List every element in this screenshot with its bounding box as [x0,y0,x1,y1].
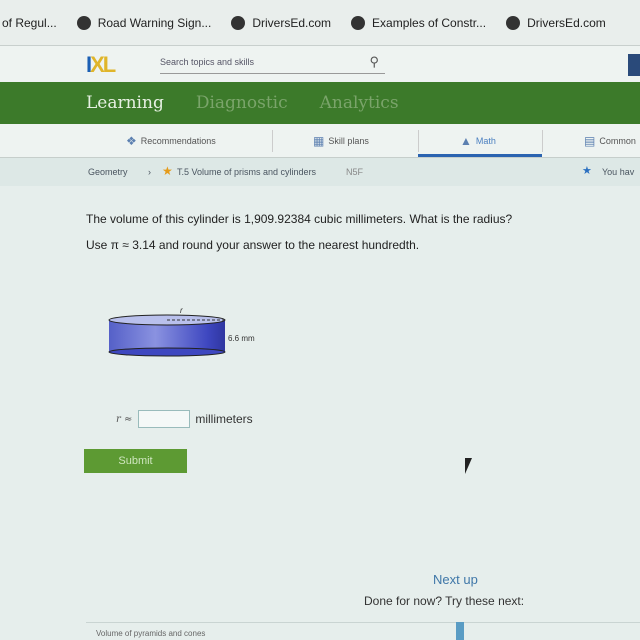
answer-unit: millimeters [195,412,253,426]
math-icon: ▲ [460,134,472,148]
bookmark[interactable]: Examples of Constr... [351,15,487,30]
nav-learning[interactable]: Learning [86,93,164,113]
tab-label: Common [599,136,636,146]
breadcrumb-geometry[interactable]: Geometry [88,167,128,177]
common-core-icon: ▤ [584,134,596,148]
cylinder-diagram: r [108,306,226,357]
submit-button[interactable]: Submit [84,449,187,473]
divider [272,130,273,152]
answer-prefix: r ≈ [116,413,133,425]
tab-label: Math [475,136,496,146]
divider [418,130,419,152]
tab-skill-plans[interactable]: ▦ Skill plans [313,134,369,148]
next-skill-marker [456,622,464,640]
skill-code: N5F [346,167,364,177]
bookmarks-bar: of Regul... Road Warning Sign... Drivers… [0,0,640,46]
bookmark[interactable]: Road Warning Sign... [76,15,212,30]
divider [86,622,640,623]
next-skill-link[interactable]: Volume of pyramids and cones [96,629,205,638]
globe-icon [231,15,246,30]
tab-math[interactable]: ▲ Math [460,134,496,148]
search-icon[interactable]: ⚲ [369,54,379,70]
globe-icon [506,15,521,30]
bookmark-label: DriversEd.com [252,15,332,30]
breadcrumb: Geometry › ★ T.5 Volume of prisms and cy… [0,158,640,186]
award-text: You hav [602,167,635,177]
globe-icon [351,15,366,30]
cylinder-bottom [108,347,226,357]
star-icon: ★ [162,164,173,178]
bookmark[interactable]: of Regul... [2,16,57,30]
radius-label: r [180,306,183,315]
tab-label: Skill plans [328,136,369,146]
nav-diagnostic[interactable]: Diagnostic [196,93,288,113]
search-placeholder: Search topics and skills [160,57,255,67]
bookmark[interactable]: DriversEd.com [506,15,606,30]
bookmark-label: of Regul... [2,15,57,30]
avatar[interactable] [628,54,640,76]
question-instruction: Use π ≈ 3.14 and round your answer to th… [86,238,420,252]
divider [542,130,543,152]
tab-common[interactable]: ▤ Common [584,134,636,148]
mouse-cursor-icon [465,458,479,474]
answer-row: r ≈ millimeters [116,410,253,428]
breadcrumb-skill: T.5 Volume of prisms and cylinders [177,167,317,177]
active-tab-indicator [418,154,542,157]
bookmark-label: Examples of Constr... [372,15,487,30]
height-label: 6.6 mm [228,334,255,343]
trophy-icon: ★ [582,165,592,177]
radius-answer-input[interactable] [138,410,191,428]
recommendations-icon: ❖ [126,134,137,148]
skill-plans-icon: ▦ [313,134,325,148]
next-up-subtitle: Done for now? Try these next: [364,594,525,608]
search-input[interactable]: Search topics and skills ⚲ [160,54,385,74]
globe-icon [76,15,91,30]
main-nav: Learning Diagnostic Analytics [0,82,640,124]
site-header: IXL Search topics and skills ⚲ [0,46,640,82]
tab-recommendations[interactable]: ❖ Recommendations [126,134,216,148]
next-up-title: Next up [433,572,478,587]
bookmark[interactable]: DriversEd.com [231,15,332,30]
bookmark-label: Road Warning Sign... [97,15,212,30]
nav-analytics[interactable]: Analytics [320,93,399,113]
sub-nav: ❖ Recommendations ▦ Skill plans ▲ Math ▤ Com… [0,124,640,158]
bookmark-label: DriversEd.com [527,15,606,30]
ixl-logo[interactable]: IXL [86,52,116,78]
question-text: The volume of this cylinder is 1,909.923… [86,212,513,226]
tab-label: Recommendations [140,136,216,146]
chevron-right-icon: › [148,167,151,177]
